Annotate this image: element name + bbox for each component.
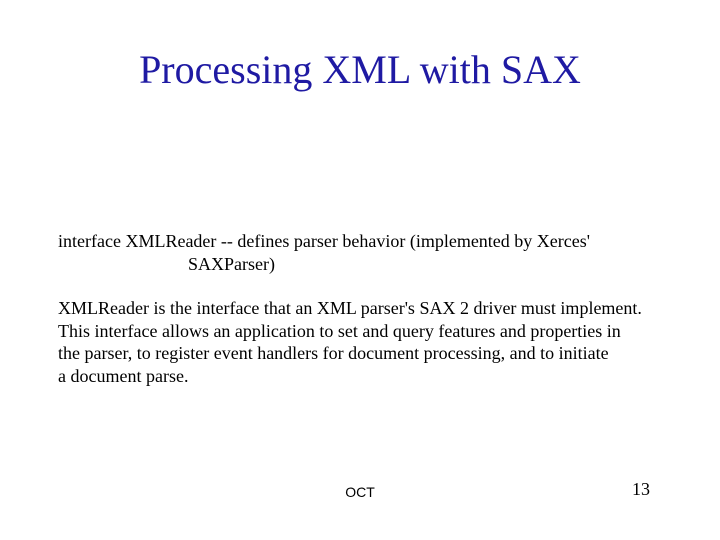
footer-center-label: OCT bbox=[0, 484, 720, 500]
slide: Processing XML with SAX interface XMLRea… bbox=[0, 0, 720, 540]
paragraph-line-3: the parser, to register event handlers f… bbox=[58, 342, 672, 365]
slide-body: interface XMLReader -- defines parser be… bbox=[58, 230, 672, 387]
paragraph-line-1: XMLReader is the interface that an XML p… bbox=[58, 297, 672, 320]
paragraph-line-2: This interface allows an application to … bbox=[58, 320, 672, 343]
slide-title: Processing XML with SAX bbox=[0, 46, 720, 93]
paragraph-line-4: a document parse. bbox=[58, 365, 672, 388]
definition-line-1: interface XMLReader -- defines parser be… bbox=[58, 230, 672, 253]
definition-line-2: SAXParser) bbox=[58, 253, 672, 276]
page-number: 13 bbox=[632, 479, 650, 500]
